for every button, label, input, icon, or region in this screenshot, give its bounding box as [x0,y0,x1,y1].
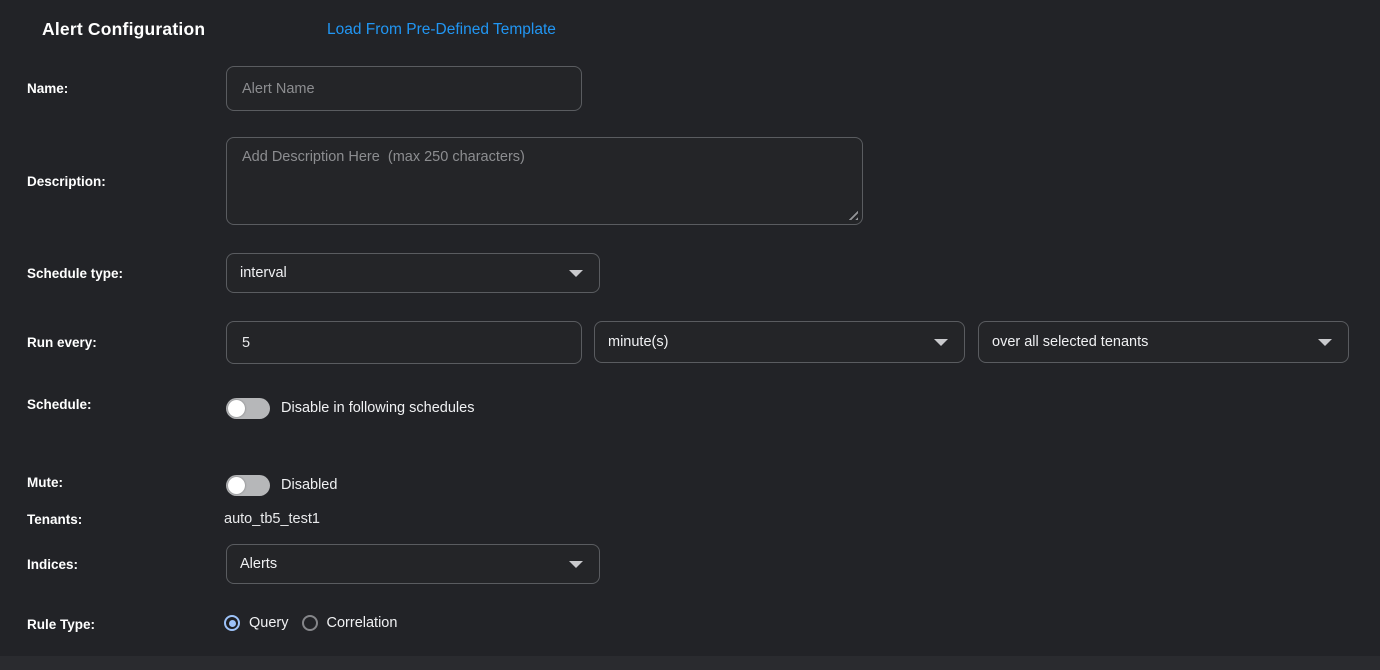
run-every-unit-dropdown[interactable]: minute(s) [594,321,965,363]
schedule-type-dropdown[interactable]: interval [226,253,600,293]
chevron-down-icon [569,561,583,568]
indices-dropdown[interactable]: Alerts [226,544,600,584]
load-template-link[interactable]: Load From Pre-Defined Template [327,21,556,39]
radio-dot [229,620,236,627]
rule-type-option-label[interactable]: Correlation [327,615,398,631]
schedule-type-selected: interval [240,265,287,281]
rule-type-radio-query[interactable] [224,615,240,631]
rule-type-radio-group: Query Correlation [224,615,397,631]
schedule-toggle[interactable] [226,398,270,419]
run-every-scope-dropdown[interactable]: over all selected tenants [978,321,1349,363]
run-every-unit-selected: minute(s) [608,334,668,350]
mute-label: Mute: [27,474,63,491]
tenants-value: auto_tb5_test1 [224,511,320,528]
indices-selected: Alerts [240,556,277,572]
toggle-knob [228,477,245,494]
chevron-down-icon [934,339,948,346]
chevron-down-icon [569,270,583,277]
schedule-toggle-label: Disable in following schedules [281,400,474,417]
alert-name-input[interactable] [226,66,582,111]
indices-label: Indices: [27,556,78,573]
run-every-value-input[interactable] [226,321,582,364]
rule-type-label: Rule Type: [27,616,95,633]
toggle-knob [228,400,245,417]
description-textarea[interactable] [226,137,863,225]
rule-type-radio-correlation[interactable] [302,615,318,631]
description-field-wrap [226,137,863,225]
description-label: Description: [27,173,106,190]
run-every-label: Run every: [27,334,97,351]
chevron-down-icon [1318,339,1332,346]
tenants-label: Tenants: [27,511,82,528]
schedule-label: Schedule: [27,396,92,413]
mute-toggle-label: Disabled [281,477,337,494]
alert-configuration-page: Alert Configuration Load From Pre-Define… [0,0,1380,670]
page-title: Alert Configuration [42,19,205,40]
rule-type-option-label[interactable]: Query [249,615,289,631]
schedule-type-label: Schedule type: [27,265,123,282]
mute-toggle[interactable] [226,475,270,496]
bottom-panel-edge [0,656,1380,670]
name-label: Name: [27,80,68,97]
run-every-scope-selected: over all selected tenants [992,334,1148,350]
